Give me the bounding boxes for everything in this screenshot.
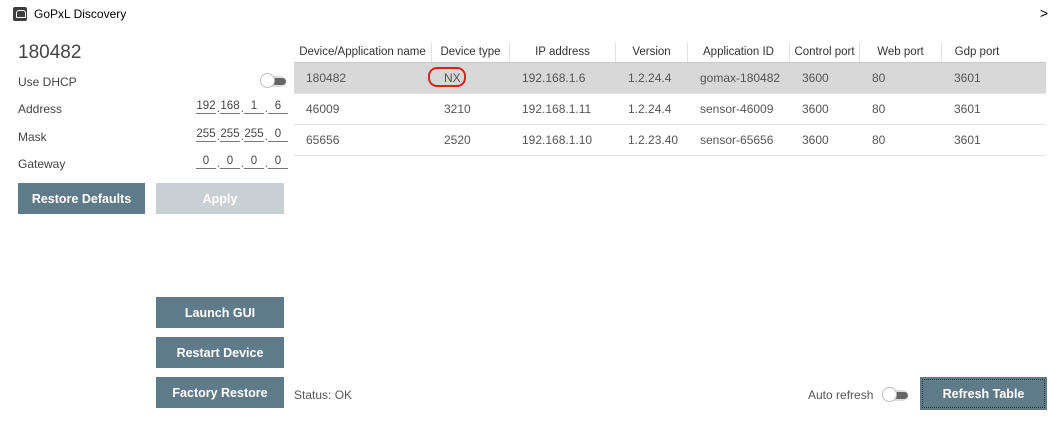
mask-octet-3[interactable]: 255 [244,128,268,143]
cell-device-name: 65656 [306,133,340,147]
auto-refresh-label: Auto refresh [808,388,874,402]
address-octet-2[interactable]: 168 [220,100,244,115]
col-application-id[interactable]: Application ID [688,42,790,62]
table-row[interactable]: 65656 2520 192.168.1.10 1.2.23.40 sensor… [294,125,1046,156]
gateway-field[interactable]: 0 0 0 0 [196,155,288,170]
col-ip-address[interactable]: IP address [510,42,616,62]
mask-octet-1[interactable]: 255 [196,128,220,143]
col-device-type[interactable]: Device type [432,42,510,62]
selected-device-name: 180482 [18,42,82,63]
cell-device-type: 2520 [444,133,471,147]
cell-control-port: 3600 [802,71,829,85]
cell-gdp-port: 3601 [954,133,981,147]
gateway-label: Gateway [18,157,66,171]
restart-device-button[interactable]: Restart Device [156,337,284,368]
address-octet-3[interactable]: 1 [244,100,268,115]
table-row[interactable]: 180482 NX 192.168.1.6 1.2.24.4 gomax-180… [294,63,1046,94]
cell-application-id: sensor-46009 [700,102,774,116]
mask-field[interactable]: 255 255 255 0 [196,128,288,143]
cell-device-name: 180482 [306,71,347,85]
cell-device-type: NX [428,63,510,93]
cell-control-port: 3600 [802,133,829,147]
device-table: Device/Application name Device type IP a… [294,42,1046,156]
cell-web-port: 80 [872,71,886,85]
cell-control-port: 3600 [802,102,829,116]
cell-application-id: gomax-180482 [700,71,781,85]
use-dhcp-toggle[interactable] [260,73,286,88]
network-settings-panel: 180482 Use DHCP Address 192 168 1 6 Mask… [8,30,288,423]
cell-gdp-port: 3601 [954,102,981,116]
table-header: Device/Application name Device type IP a… [294,42,1046,63]
app-logo-icon [13,7,27,21]
col-version[interactable]: Version [616,42,688,62]
address-octet-4[interactable]: 6 [268,100,288,114]
restore-defaults-button[interactable]: Restore Defaults [18,183,145,214]
cell-ip-address: 192.168.1.6 [522,71,586,85]
cell-web-port: 80 [872,102,886,116]
status-text: Status: OK [294,388,353,402]
highlight-circle [428,67,466,87]
gateway-octet-2[interactable]: 0 [220,155,244,170]
address-octet-1[interactable]: 192 [196,100,220,115]
cell-gdp-port: 3601 [954,71,981,85]
gateway-octet-1[interactable]: 0 [196,155,220,170]
use-dhcp-label: Use DHCP [18,75,77,89]
cell-version: 1.2.23.40 [628,133,679,147]
col-control-port[interactable]: Control port [790,42,860,62]
apply-button[interactable]: Apply [156,183,284,214]
col-device-name[interactable]: Device/Application name [294,42,432,62]
col-gdp-port[interactable]: Gdp port [942,42,1012,62]
title-bar: GoPxL Discovery > [0,0,1048,30]
cell-version: 1.2.24.4 [628,71,672,85]
factory-restore-button[interactable]: Factory Restore [156,377,284,408]
cell-ip-address: 192.168.1.11 [522,102,592,116]
col-web-port[interactable]: Web port [860,42,942,62]
mask-octet-4[interactable]: 0 [268,128,288,142]
window-title: GoPxL Discovery [34,7,127,21]
cell-application-id: sensor-65656 [700,133,774,147]
address-field[interactable]: 192 168 1 6 [196,100,288,115]
launch-gui-button[interactable]: Launch GUI [156,297,284,328]
auto-refresh-toggle[interactable] [882,387,908,402]
cell-device-name: 46009 [306,102,340,116]
table-row[interactable]: 46009 3210 192.168.1.11 1.2.24.4 sensor-… [294,94,1046,125]
close-icon[interactable]: > [1040,5,1048,21]
mask-octet-2[interactable]: 255 [220,128,244,143]
gateway-octet-3[interactable]: 0 [244,155,268,170]
cell-ip-address: 192.168.1.10 [522,133,593,147]
gateway-octet-4[interactable]: 0 [268,155,288,169]
cell-device-type: 3210 [444,102,471,116]
cell-web-port: 80 [872,133,886,147]
cell-version: 1.2.24.4 [628,102,672,116]
refresh-table-button[interactable]: Refresh Table [920,377,1047,410]
mask-label: Mask [18,130,47,144]
address-label: Address [18,102,63,116]
